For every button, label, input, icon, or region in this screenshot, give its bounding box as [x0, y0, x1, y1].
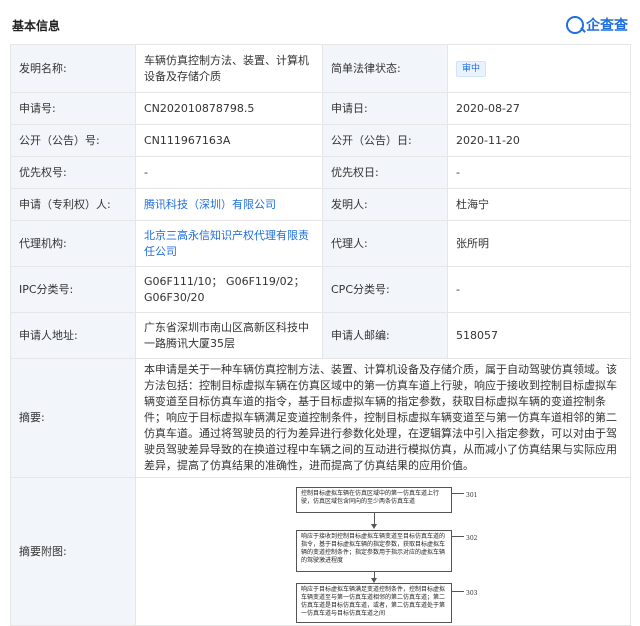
abstract-text: 本申请是关于一种车辆仿真控制方法、装置、计算机设备及存储介质，属于自动驾驶仿真领…	[135, 358, 631, 478]
applicant-label: 申请（专利权）人:	[10, 188, 136, 221]
table-row: 申请（专利权）人: 腾讯科技（深圳）有限公司 发明人: 杜海宁	[10, 188, 631, 221]
brand-name: 企查查	[586, 18, 628, 34]
flow-step-302: 响应于接收到控制目标虚拟车辆变道至目标仿真车道的指令，基于目标虚拟车辆的指定参数…	[296, 529, 452, 572]
figure-label: 摘要附图:	[10, 477, 136, 626]
arrow-down-icon	[371, 523, 377, 529]
address-label: 申请人地址:	[10, 312, 136, 359]
legal-status-label: 简单法律状态:	[322, 44, 448, 93]
step-number: 301	[466, 491, 478, 499]
pub-no-value: CN111967163A	[135, 124, 323, 157]
table-row: 申请人地址: 广东省深圳市南山区高新区科技中一路腾讯大厦35层 申请人邮编: 5…	[10, 312, 631, 359]
agency-link[interactable]: 北京三高永信知识产权代理有限责任公司	[135, 220, 323, 267]
table-row: IPC分类号: G06F111/10； G06F119/02； G06F30/2…	[10, 266, 631, 313]
search-magnifier-icon	[566, 16, 584, 34]
patent-info-table: 发明名称: 车辆仿真控制方法、装置、计算机设备及存储介质 简单法律状态: 审中 …	[10, 44, 631, 626]
status-badge: 审中	[456, 61, 487, 77]
app-date-label: 申请日:	[322, 92, 448, 125]
brand-logo[interactable]: 企查查	[566, 14, 628, 36]
app-date-value: 2020-08-27	[447, 92, 631, 125]
callout-line	[452, 492, 464, 494]
title-value: 车辆仿真控制方法、装置、计算机设备及存储介质	[135, 44, 323, 93]
table-row: 发明名称: 车辆仿真控制方法、装置、计算机设备及存储介质 简单法律状态: 审中	[10, 44, 631, 93]
inventor-value: 杜海宁	[447, 188, 631, 221]
section-title: 基本信息	[12, 19, 61, 33]
flow-step-301: 控制目标虚拟车辆在仿真区域中的第一仿真车道上行驶，仿真区域包含同向的至少两条仿真…	[296, 486, 452, 513]
title-label: 发明名称:	[10, 44, 136, 93]
table-row: 代理机构: 北京三高永信知识产权代理有限责任公司 代理人: 张所明	[10, 220, 631, 267]
inventor-label: 发明人:	[322, 188, 448, 221]
callout-line	[452, 590, 464, 592]
step-number: 303	[466, 589, 478, 597]
section-header: 基本信息 企查查	[0, 0, 640, 40]
priority-no-value: -	[135, 156, 323, 189]
pub-date-value: 2020-11-20	[447, 124, 631, 157]
table-row: 申请号: CN202010878798.5 申请日: 2020-08-27	[10, 92, 631, 125]
table-row: 摘要附图: 控制目标虚拟车辆在仿真区域中的第一仿真车道上行驶，仿真区域包含同向的…	[10, 477, 631, 626]
ipc-value: G06F111/10； G06F119/02； G06F30/20	[135, 266, 323, 313]
priority-date-label: 优先权日:	[322, 156, 448, 189]
applicant-link[interactable]: 腾讯科技（深圳）有限公司	[135, 188, 323, 221]
flow-step-303: 响应于目标虚拟车辆满足变道控制条件，控制目标虚拟车辆变道至与第一仿真车道相邻的第…	[296, 582, 452, 623]
postcode-label: 申请人邮编:	[322, 312, 448, 359]
callout-line	[452, 535, 464, 537]
app-no-label: 申请号:	[10, 92, 136, 125]
abstract-figure-cell: 控制目标虚拟车辆在仿真区域中的第一仿真车道上行驶，仿真区域包含同向的至少两条仿真…	[135, 477, 631, 626]
table-row: 摘要: 本申请是关于一种车辆仿真控制方法、装置、计算机设备及存储介质，属于自动驾…	[10, 358, 631, 478]
abstract-figure[interactable]: 控制目标虚拟车辆在仿真区域中的第一仿真车道上行驶，仿真区域包含同向的至少两条仿真…	[136, 479, 611, 625]
agent-label: 代理人:	[322, 220, 448, 267]
agent-value: 张所明	[447, 220, 631, 267]
priority-date-value: -	[447, 156, 631, 189]
pub-date-label: 公开（公告）日:	[322, 124, 448, 157]
table-row: 优先权号: - 优先权日: -	[10, 156, 631, 189]
ipc-label: IPC分类号:	[10, 266, 136, 313]
legal-status-cell: 审中	[447, 44, 631, 93]
postcode-value: 518057	[447, 312, 631, 359]
pub-no-label: 公开（公告）号:	[10, 124, 136, 157]
priority-no-label: 优先权号:	[10, 156, 136, 189]
cpc-label: CPC分类号:	[322, 266, 448, 313]
app-no-value: CN202010878798.5	[135, 92, 323, 125]
step-number: 302	[466, 534, 478, 542]
table-row: 公开（公告）号: CN111967163A 公开（公告）日: 2020-11-2…	[10, 124, 631, 157]
abstract-label: 摘要:	[10, 358, 136, 478]
cpc-value: -	[447, 266, 631, 313]
address-value: 广东省深圳市南山区高新区科技中一路腾讯大厦35层	[135, 312, 323, 359]
agency-label: 代理机构:	[10, 220, 136, 267]
